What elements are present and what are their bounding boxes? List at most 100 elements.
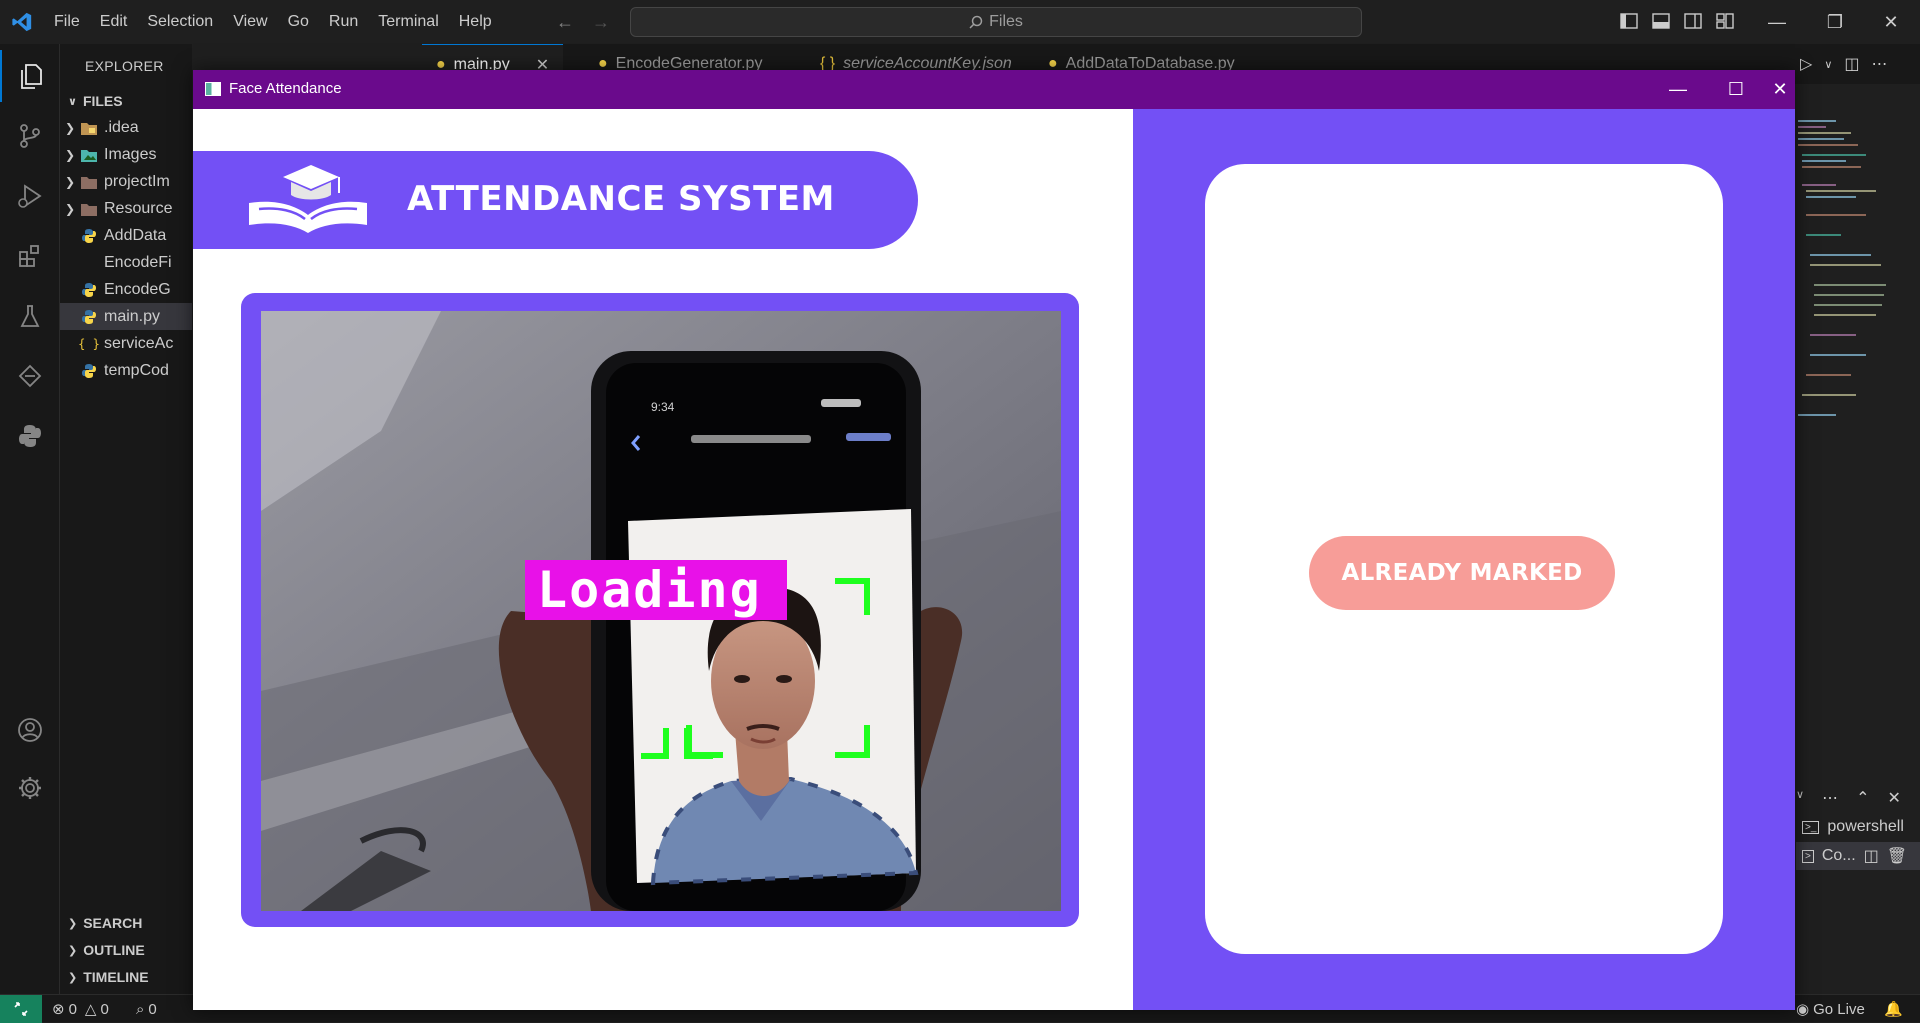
menu-view[interactable]: View (223, 7, 277, 37)
restore-window-icon[interactable]: ❐ (1806, 0, 1864, 44)
tree-item-idea[interactable]: ❯ .idea (60, 114, 192, 141)
menu-go[interactable]: Go (278, 7, 319, 37)
terminal-item-code[interactable]: > Co... ◫ 🗑 (1796, 842, 1920, 870)
layout-controls (1618, 10, 1736, 32)
menu-run[interactable]: Run (319, 7, 368, 37)
search-section-header[interactable]: ❯ SEARCH (68, 915, 142, 931)
timeline-section-header[interactable]: ❯ TIMELINE (68, 969, 149, 985)
ports-status[interactable]: ⌕ 0 (136, 995, 157, 1023)
tree-item-images[interactable]: ❯ Images (60, 141, 192, 168)
file-icon (80, 254, 98, 272)
forward-arrow-icon[interactable]: → (592, 12, 610, 33)
menu-selection[interactable]: Selection (137, 7, 223, 37)
chevron-right-icon: ❯ (68, 971, 78, 984)
terminal-icon: > (1802, 849, 1814, 863)
terminal-label: powershell (1827, 818, 1904, 835)
source-control-icon[interactable] (0, 110, 60, 162)
problems-status[interactable]: ⊗ 0 △ 0 (52, 995, 109, 1023)
run-file-icon[interactable]: ▷ (1800, 54, 1812, 74)
files-section-header[interactable]: ∨ FILES (68, 93, 123, 109)
tree-item-encodeg[interactable]: EncodeG (60, 276, 192, 303)
menu-bar: File Edit Selection View Go Run Terminal… (44, 0, 502, 44)
history-nav: ← → (556, 12, 610, 33)
tree-item-resource[interactable]: ❯ Resource (60, 195, 192, 222)
maximize-panel-icon[interactable]: ⌃ (1856, 788, 1869, 808)
tree-item-label: Resource (104, 199, 173, 217)
split-editor-icon[interactable]: ◫ (1844, 54, 1859, 74)
tree-item-adddata[interactable]: AddData (60, 222, 192, 249)
face-box-corner-bottom-left (686, 725, 723, 758)
menu-file[interactable]: File (44, 7, 90, 37)
tree-item-tempcod[interactable]: tempCod (60, 357, 192, 384)
menu-terminal[interactable]: Terminal (368, 7, 448, 37)
menu-help[interactable]: Help (449, 7, 502, 37)
tree-item-label: EncodeG (104, 280, 171, 298)
split-terminal-icon[interactable]: ◫ (1864, 846, 1879, 866)
graduation-book-icon (249, 165, 367, 233)
timeline-section-label: TIMELINE (83, 969, 149, 985)
run-debug-icon[interactable] (0, 170, 60, 222)
terminal-label: Co... (1821, 847, 1856, 864)
menu-edit[interactable]: Edit (90, 7, 138, 37)
chevron-right-icon: ❯ (68, 944, 78, 957)
tree-item-encodefi[interactable]: EncodeFi (60, 249, 192, 276)
editor-actions: ▷ ∨ ◫ ⋯ (1800, 44, 1888, 84)
outline-section-header[interactable]: ❯ OUTLINE (68, 942, 145, 958)
tree-item-serviceac[interactable]: { } serviceAc (60, 330, 192, 357)
folder-icon (80, 173, 98, 191)
tree-item-label: tempCod (104, 361, 169, 379)
minimize-window-icon[interactable]: — (1748, 0, 1806, 44)
panel-actions: ∨ ⋯ ⌃ ✕ (1796, 788, 1901, 808)
tree-item-label: AddData (104, 226, 167, 244)
account-icon[interactable] (0, 704, 60, 756)
app-titlebar: Face Attendance — ☐ ✕ (193, 70, 1795, 109)
terminal-item-powershell[interactable]: >_ powershell (1802, 818, 1904, 836)
python-extension-icon[interactable] (0, 410, 60, 462)
notifications-bell-icon[interactable]: 🔔 (1884, 995, 1903, 1023)
go-live-status[interactable]: ◉ Go Live (1796, 995, 1865, 1023)
chevron-right-icon: ❯ (68, 917, 78, 930)
face-attendance-window: Face Attendance — ☐ ✕ ATTENDANCE SYSTEM (193, 70, 1795, 1010)
tree-item-main-py[interactable]: main.py (60, 303, 192, 330)
tree-item-label: serviceAc (104, 334, 174, 352)
chevron-right-icon: ❯ (64, 201, 76, 216)
more-actions-icon[interactable]: ⋯ (1822, 788, 1838, 808)
app-minimize-icon[interactable]: — (1649, 70, 1707, 109)
app-close-icon[interactable]: ✕ (1765, 70, 1795, 109)
app-maximize-icon[interactable]: ☐ (1707, 70, 1765, 109)
app-content: ATTENDANCE SYSTEM 9:34 Loading ALREADY M… (193, 109, 1795, 1010)
trash-icon[interactable]: 🗑 (1887, 846, 1907, 866)
warning-icon: △ (84, 1001, 97, 1018)
back-arrow-icon[interactable]: ← (556, 12, 574, 33)
loading-overlay: Loading (525, 560, 787, 620)
extensions-icon[interactable] (0, 230, 60, 282)
toggle-sidebar-icon[interactable] (1618, 10, 1640, 32)
chevron-down-icon[interactable]: ∨ (1824, 58, 1832, 71)
chevron-down-icon[interactable]: ∨ (1796, 788, 1804, 808)
chevron-down-icon: ∨ (68, 95, 77, 108)
settings-gear-icon[interactable] (0, 762, 60, 814)
folder-icon (80, 200, 98, 218)
face-box-corner-bottom-right (835, 725, 870, 758)
search-section-label: SEARCH (83, 915, 143, 931)
tree-item-label: .idea (104, 118, 139, 136)
more-actions-icon[interactable]: ⋯ (1872, 54, 1888, 74)
error-count: 0 (68, 1000, 77, 1018)
toggle-panel-icon[interactable] (1650, 10, 1672, 32)
customize-layout-icon[interactable] (1714, 10, 1736, 32)
chevron-right-icon: ❯ (64, 120, 76, 135)
close-panel-icon[interactable]: ✕ (1887, 788, 1900, 808)
toggle-secondary-sidebar-icon[interactable] (1682, 10, 1704, 32)
tree-item-projectim[interactable]: ❯ projectIm (60, 168, 192, 195)
command-center-search[interactable]: Files (630, 7, 1362, 37)
testing-flask-icon[interactable] (0, 290, 60, 342)
app-window-icon (205, 82, 221, 96)
remote-indicator-icon[interactable] (0, 995, 42, 1023)
ports-count: 0 (148, 1000, 157, 1018)
close-window-icon[interactable]: ✕ (1862, 0, 1920, 44)
python-file-icon (80, 308, 98, 326)
chevron-right-icon: ❯ (64, 174, 76, 189)
explorer-icon[interactable] (0, 50, 60, 102)
remote-explorer-icon[interactable] (0, 350, 60, 402)
chevron-right-icon: ❯ (64, 147, 76, 162)
